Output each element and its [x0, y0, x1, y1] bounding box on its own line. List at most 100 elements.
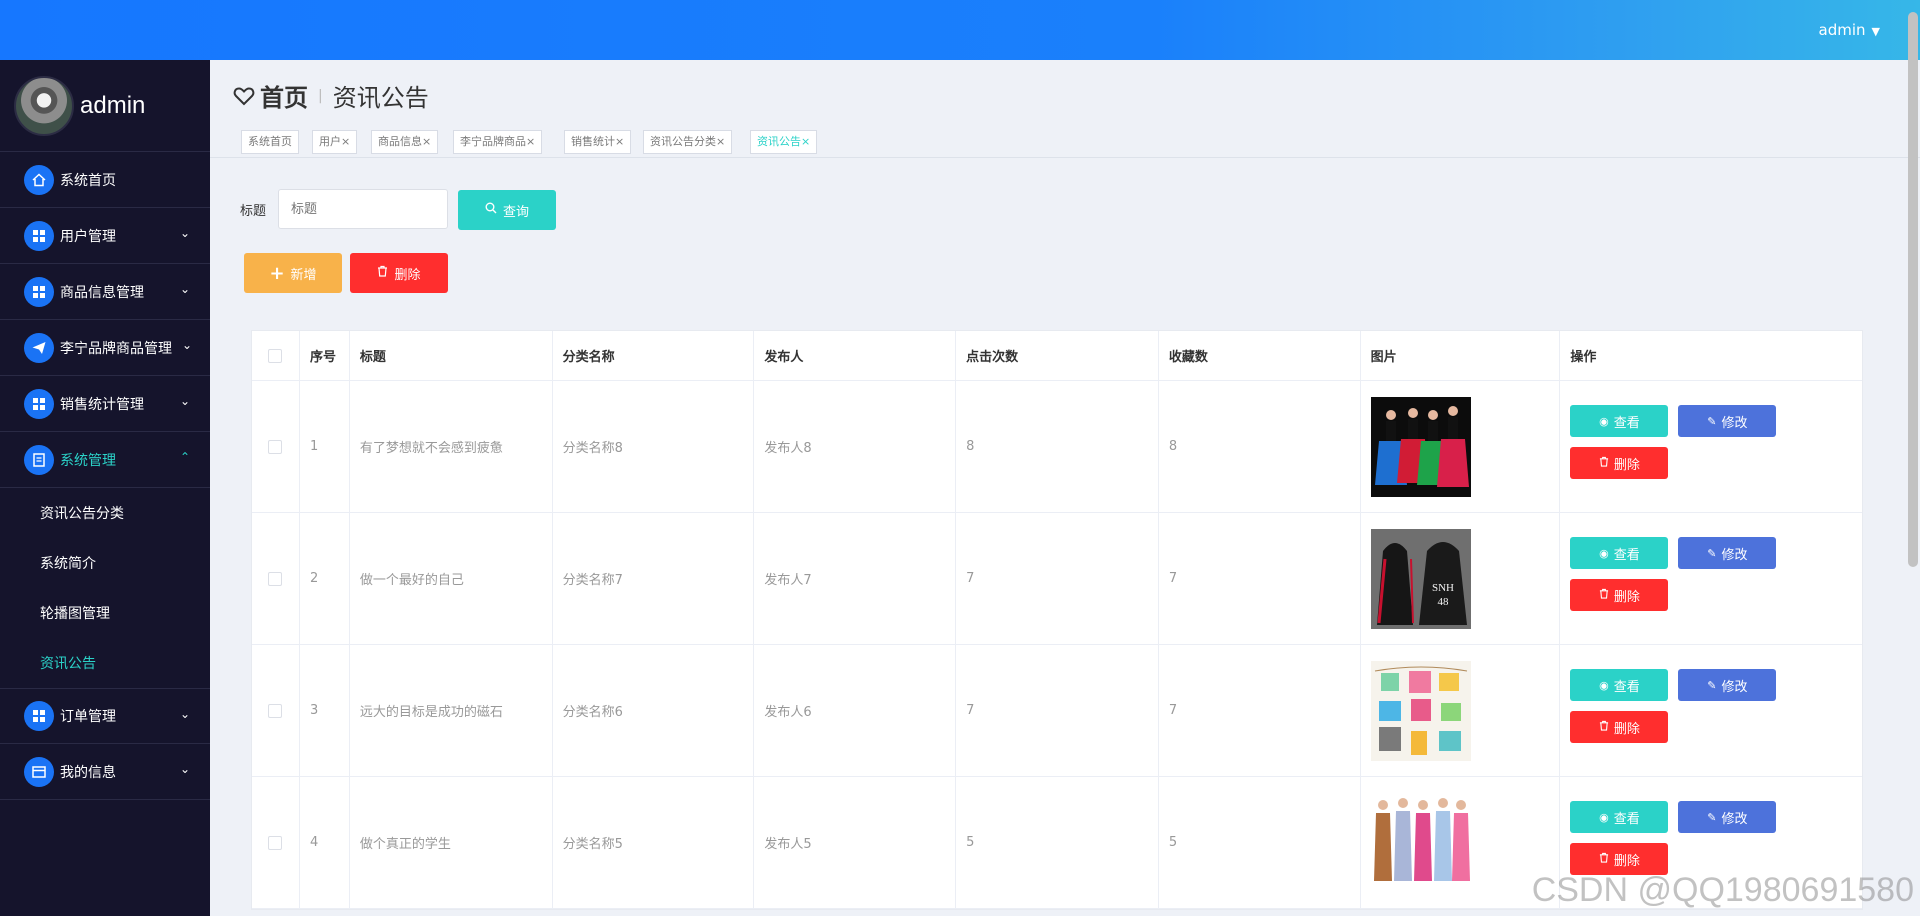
view-button[interactable]: ◉ 查看 [1570, 537, 1669, 569]
eye-icon: ◉ [1599, 810, 1609, 824]
view-button[interactable]: ◉ 查看 [1570, 405, 1669, 437]
cell-category: 分类名称8 [553, 381, 755, 512]
cell-favorites: 8 [1159, 381, 1361, 512]
edit-button[interactable]: ✎ 修改 [1678, 537, 1777, 569]
send-icon [24, 332, 54, 363]
cell-favorites: 5 [1159, 777, 1361, 908]
kids-clothes-photo [1370, 660, 1471, 761]
query-button[interactable]: 查询 [458, 190, 556, 230]
edit-button[interactable]: ✎ 修改 [1678, 405, 1777, 437]
sidebar-sub-system-intro[interactable]: 系统简介 [0, 538, 210, 588]
delete-button[interactable]: 删除 [1570, 711, 1669, 743]
grid-icon [24, 276, 54, 307]
edit-button[interactable]: ✎ 修改 [1678, 801, 1777, 833]
sidebar-item-system[interactable]: 系统管理 ⌃ [0, 432, 210, 488]
tag-users[interactable]: 用户× [312, 130, 358, 154]
tag-home[interactable]: 系统首页 [241, 130, 299, 154]
heart-icon [233, 86, 255, 105]
cell-category: 分类名称5 [553, 777, 755, 908]
batch-delete-button[interactable]: 删除 [350, 253, 448, 293]
chevron-up-icon: ⌃ [179, 450, 190, 464]
tag-sales[interactable]: 销售统计× [564, 130, 632, 154]
sidebar-item-users[interactable]: 用户管理 ⌄ [0, 208, 210, 264]
cell-image: SNH 48 [1361, 513, 1561, 644]
profile-name: admin [80, 91, 146, 119]
search-label: 标题 [240, 204, 267, 219]
cell-favorites: 7 [1159, 645, 1361, 776]
sidebar-item-sales[interactable]: 销售统计管理 ⌄ [0, 376, 210, 432]
sidebar-sub-news[interactable]: 资讯公告 [0, 638, 210, 688]
sidebar-item-label: 我的信息 [60, 764, 116, 781]
jacket-print-line2: 48 [1437, 596, 1449, 608]
sidebar-item-products[interactable]: 商品信息管理 ⌄ [0, 264, 210, 320]
row-checkbox[interactable] [268, 439, 283, 454]
eye-icon: ◉ [1599, 414, 1609, 428]
batch-delete-button-label: 删除 [394, 267, 421, 283]
tag-news[interactable]: 资讯公告× [750, 130, 818, 154]
trash-icon [1599, 720, 1609, 734]
view-button[interactable]: ◉ 查看 [1570, 801, 1669, 833]
page-scrollbar[interactable] [1908, 12, 1918, 567]
add-button[interactable]: + 新增 [244, 253, 342, 293]
row-select-cell [252, 381, 300, 512]
breadcrumb-current: 资讯公告 [332, 84, 429, 112]
dresses-photo [1370, 792, 1471, 893]
search-input[interactable] [278, 189, 448, 229]
cell-clicks: 7 [956, 645, 1159, 776]
user-menu[interactable]: admin ▼ [1819, 0, 1880, 60]
sidebar-item-home[interactable]: 系统首页 [0, 152, 210, 208]
cell-no: 3 [300, 645, 350, 776]
edit-button[interactable]: ✎ 修改 [1678, 669, 1777, 701]
sidebar-item-label: 系统首页 [60, 172, 116, 189]
chevron-down-icon: ⌄ [179, 282, 190, 296]
sidebar-item-lining-products[interactable]: 李宁品牌商品管理 ⌄ [0, 320, 210, 376]
view-button-label: 查看 [1613, 679, 1640, 695]
column-header: 序号 [300, 331, 350, 380]
row-checkbox[interactable] [268, 571, 283, 586]
delete-button[interactable]: 删除 [1570, 447, 1669, 479]
cell-actions: ◉ 查看 ✎ 修改 删除 [1560, 645, 1862, 776]
breadcrumb-home[interactable]: 首页 [260, 78, 308, 113]
cell-publisher: 发布人7 [754, 513, 957, 644]
trash-icon [1599, 456, 1609, 470]
cell-title: 做一个最好的自己 [350, 513, 553, 644]
sidebar-sub-news-category[interactable]: 资讯公告分类 [0, 488, 210, 538]
row-checkbox[interactable] [268, 703, 283, 718]
sidebar-item-orders[interactable]: 订单管理 ⌄ [0, 688, 210, 744]
view-button-label: 查看 [1613, 547, 1640, 563]
column-header: 点击次数 [956, 331, 1159, 380]
select-all-checkbox[interactable] [268, 348, 283, 363]
grid-icon [24, 388, 54, 419]
chevron-down-icon: ⌄ [179, 394, 190, 408]
column-header: 发布人 [754, 331, 957, 380]
sidebar-item-label: 系统管理 [60, 452, 116, 469]
sidebar-item-my-info[interactable]: 我的信息 ⌄ [0, 744, 210, 800]
edit-icon: ✎ [1707, 414, 1717, 428]
tag-products[interactable]: 商品信息× [371, 130, 439, 154]
cell-clicks: 8 [956, 381, 1159, 512]
cell-actions: ◉ 查看 ✎ 修改 删除 [1560, 513, 1862, 644]
cell-image [1361, 645, 1561, 776]
column-header: 标题 [350, 331, 553, 380]
view-button[interactable]: ◉ 查看 [1570, 669, 1669, 701]
edit-icon: ✎ [1707, 810, 1717, 824]
jacket-photo: SNH 48 [1370, 528, 1471, 629]
edit-icon: ✎ [1707, 546, 1717, 560]
cell-no: 2 [300, 513, 350, 644]
edit-button-label: 修改 [1721, 415, 1748, 431]
eye-icon: ◉ [1599, 546, 1609, 560]
sidebar: admin 系统首页 用户管理 ⌄ 商品信息管理 ⌄ 李宁品牌商品管理 ⌄ 销售… [0, 60, 210, 916]
row-checkbox[interactable] [268, 835, 283, 850]
tag-lining-products[interactable]: 李宁品牌商品× [453, 130, 543, 154]
tags-bar: 系统首页 用户× 商品信息× 李宁品牌商品× 销售统计× 资讯公告分类× 资讯公… [210, 128, 1920, 158]
select-all-cell [252, 331, 300, 380]
edit-button-label: 修改 [1721, 811, 1748, 827]
trash-icon [1599, 588, 1609, 602]
delete-button-label: 删除 [1613, 853, 1640, 869]
sidebar-sub-carousel[interactable]: 轮播图管理 [0, 588, 210, 638]
cell-category: 分类名称6 [553, 645, 755, 776]
card-icon [24, 756, 54, 787]
tag-news-category[interactable]: 资讯公告分类× [643, 130, 733, 154]
delete-button[interactable]: 删除 [1570, 579, 1669, 611]
cell-title: 做个真正的学生 [350, 777, 553, 908]
